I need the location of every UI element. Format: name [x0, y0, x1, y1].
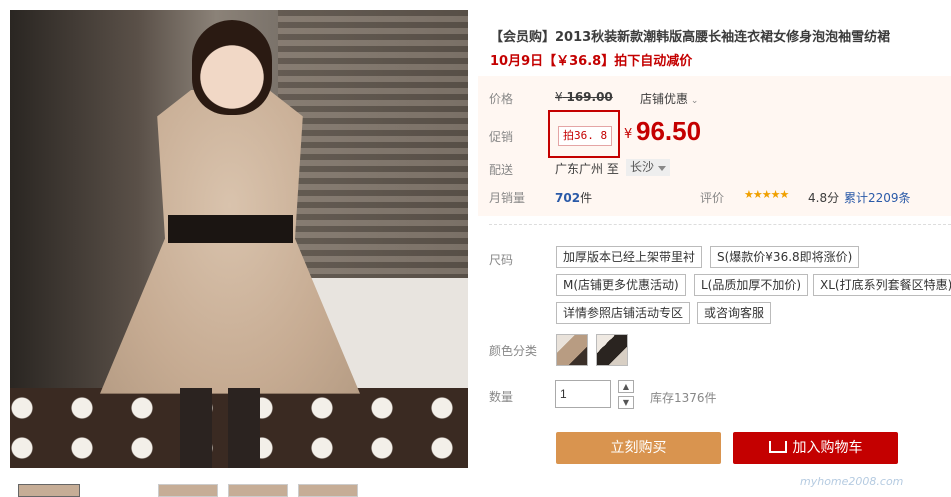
color-swatch-2[interactable] [596, 334, 628, 366]
rating-score: 4.8分 [808, 191, 840, 205]
size-option[interactable]: 或咨询客服 [697, 302, 772, 324]
original-price-value: 169.00 [566, 90, 613, 104]
review-count-link[interactable]: 累计2209条 [844, 189, 911, 206]
product-title: 【会员购】2013秋装新款潮韩版高腰长袖连衣裙女修身泡泡袖雪纺裙 [490, 30, 891, 45]
increase-arrow-icon[interactable]: ▲ [618, 380, 634, 393]
thumbnail-2[interactable] [158, 484, 218, 497]
promo-line: 10月9日【￥36.8】拍下自动减价 [490, 54, 693, 69]
size-option[interactable]: 加厚版本已经上架带里衬 [556, 246, 703, 268]
size-option[interactable]: M(店铺更多优惠活动) [556, 274, 686, 296]
original-price-symbol: ¥ [555, 90, 563, 104]
photo-model-head [192, 20, 272, 115]
shop-discount-label: 店铺优惠 [640, 92, 689, 106]
photo-legs [180, 388, 260, 468]
chevron-down-icon: ⌄ [688, 96, 699, 106]
sales-unit: 件 [580, 191, 593, 205]
promotion-badge: 拍36. 8 [558, 126, 613, 146]
original-price: ¥ 169.00 [555, 90, 613, 104]
buy-now-label: 立刻购买 [610, 440, 667, 456]
size-option[interactable]: L(品质加厚不加价) [694, 274, 809, 296]
price-label: 价格 [489, 92, 514, 106]
divider [489, 224, 951, 225]
promo-price: 96.50 [636, 116, 702, 146]
thumbnail-1[interactable] [18, 484, 80, 497]
size-option[interactable]: S(爆款价¥36.8即将涨价) [710, 246, 860, 268]
quantity-label: 数量 [489, 390, 514, 404]
monthly-sales-label: 月销量 [489, 191, 526, 205]
shipping-from: 广东广州 至 [555, 162, 619, 176]
promotion-label: 促销 [489, 130, 514, 144]
cart-icon [768, 441, 787, 453]
thumbnail-4[interactable] [298, 484, 358, 497]
shipping-label: 配送 [489, 163, 514, 177]
shop-discount-dropdown[interactable]: 店铺优惠 ⌄ [640, 90, 698, 107]
destination-select[interactable]: 长沙 [626, 159, 671, 176]
rating-label: 评价 [700, 191, 725, 205]
size-option[interactable]: 详情参照店铺活动专区 [556, 302, 691, 324]
add-to-cart-label: 加入购物车 [792, 440, 863, 456]
star-rating-icon: ★★★★★ [744, 188, 789, 201]
sales-count: 702 [555, 191, 581, 205]
size-option[interactable]: XL(打底系列套餐区特惠) [813, 274, 951, 296]
photo-background [278, 10, 468, 310]
caret-down-icon [658, 166, 667, 171]
destination-value: 长沙 [630, 160, 655, 174]
watermark: myhome2008.com [800, 475, 904, 488]
color-label: 颜色分类 [489, 344, 538, 358]
quantity-input[interactable] [555, 380, 611, 408]
add-to-cart-button[interactable]: 加入购物车 [733, 432, 898, 464]
size-label: 尺码 [489, 253, 514, 267]
promo-price-symbol: ¥ [624, 127, 633, 142]
photo-lace-belt [168, 215, 293, 243]
color-swatch-1[interactable] [556, 334, 588, 366]
product-photo [10, 10, 468, 468]
thumbnail-3[interactable] [228, 484, 288, 497]
monthly-sales: 702件 [555, 189, 592, 206]
decrease-arrow-icon[interactable]: ▼ [618, 396, 634, 409]
stock-count: 库存1376件 [650, 391, 717, 405]
buy-now-button[interactable]: 立刻购买 [556, 432, 721, 464]
